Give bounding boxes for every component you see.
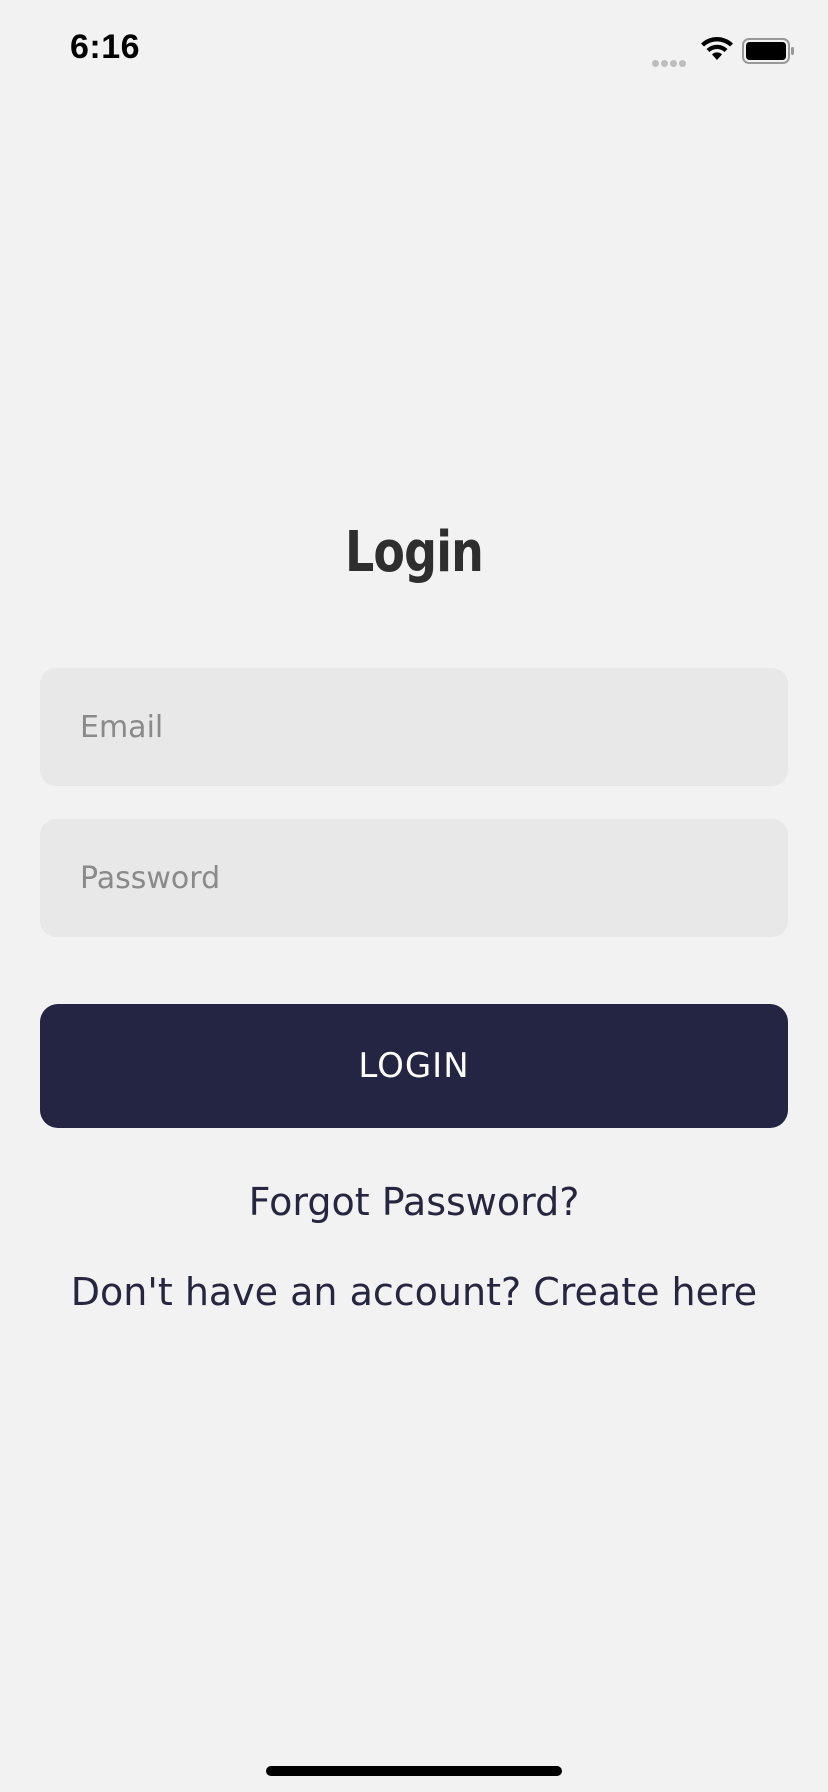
status-time: 6:16 — [70, 28, 141, 66]
wifi-icon — [700, 36, 734, 62]
signal-icon — [652, 54, 692, 67]
home-indicator[interactable] — [266, 1766, 562, 1776]
password-field[interactable] — [40, 819, 788, 937]
battery-icon — [742, 38, 796, 64]
status-bar: 6:16 — [0, 0, 828, 100]
page-title: Login — [344, 520, 484, 585]
login-button[interactable]: LOGIN — [40, 1004, 788, 1128]
create-account-link[interactable]: Don't have an account? Create here — [0, 1270, 828, 1314]
forgot-password-link[interactable]: Forgot Password? — [0, 1180, 828, 1224]
email-field[interactable] — [40, 668, 788, 786]
login-screen: 6:16 Login LOGIN Forgot Password? Don't … — [0, 0, 828, 1792]
